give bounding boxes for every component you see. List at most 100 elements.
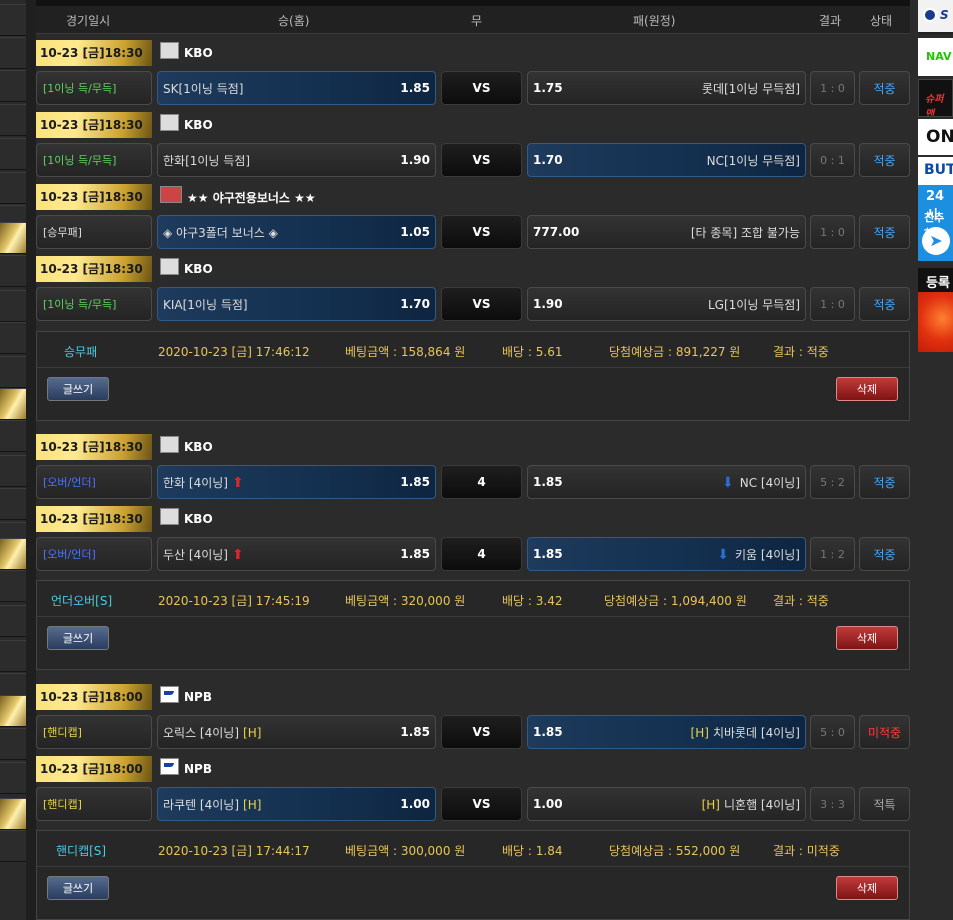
sidebar-row[interactable] (0, 356, 26, 388)
draw-pick-button[interactable]: VS (441, 71, 522, 105)
bet-type: [1이닝 득/무득] (36, 287, 152, 321)
home-odds: 1.85 (400, 475, 430, 489)
home-pick-button[interactable]: 오릭스 [4이닝] [H] 1.85 (157, 715, 436, 749)
game-status: 적중 (859, 537, 910, 571)
draw-pick-button[interactable]: 4 (441, 465, 522, 499)
sidebar-gold-tab[interactable] (0, 388, 26, 420)
summary-row: 언더오버[S] 2020-10-23 [금] 17:45:19 베팅금액 : 320… (37, 581, 909, 617)
home-team: 오릭스 [4이닝] [H] (163, 724, 261, 741)
home-pick-button[interactable]: 한화[1이닝 득점] 1.90 (157, 143, 436, 177)
draw-pick-button[interactable]: VS (441, 215, 522, 249)
league-name: KBO (184, 118, 213, 132)
header-result: 결과 (819, 14, 842, 28)
game-status: 미적중 (859, 715, 910, 749)
away-pick-button[interactable]: 1.85 [H] 치바롯데 [4이닝] (527, 715, 806, 749)
away-pick-button[interactable]: 1.75 롯데[1이닝 무득점] (527, 71, 806, 105)
away-pick-button[interactable]: 1.85 ⬇ 키움 [4이닝] (527, 537, 806, 571)
home-team: SK[1이닝 득점] (163, 80, 243, 97)
league-label: ★★ 야구전용보너스 ★★ (160, 184, 316, 210)
sidebar-row[interactable] (0, 420, 26, 452)
banner-naver[interactable]: NAV (918, 38, 953, 76)
away-pick-button[interactable]: 777.00 [타 종목] 조합 불가능 (527, 215, 806, 249)
league-label: NPB (160, 756, 212, 782)
arrow-up-icon: ⬆ (231, 474, 244, 491)
game-date: 10-23 [금]18:00 (36, 756, 152, 782)
draw-pick-button[interactable]: VS (441, 143, 522, 177)
summary-result: 결과 : 적중 (773, 594, 829, 608)
banner-on[interactable]: ON (918, 119, 953, 155)
banner-superman[interactable]: 슈퍼맨 (918, 79, 953, 117)
game-row: [승무패] ◈ 야구3폴더 보너스 ◈ 1.05 VS 777.00 [타 종목] 조합 … (36, 215, 910, 249)
write-button[interactable]: 글쓰기 (47, 377, 109, 401)
league-label: KBO (160, 112, 213, 138)
write-button[interactable]: 글쓰기 (47, 876, 109, 900)
home-team-name: 라쿠텐 [4이닝] (163, 797, 240, 812)
sidebar-row[interactable] (0, 728, 26, 760)
home-pick-button[interactable]: ◈ 야구3폴더 보너스 ◈ 1.05 (157, 215, 436, 249)
away-team: [타 종목] 조합 불가능 (691, 224, 800, 241)
home-pick-button[interactable]: KIA[1이닝 득점] 1.70 (157, 287, 436, 321)
banner-but[interactable]: BUT (918, 157, 953, 185)
game-row: [오버/언더] 두산 [4이닝] ⬆ 1.85 4 1.85 ⬇ 키움 [4이닝] 1 : 2적… (36, 537, 910, 571)
summary-result: 결과 : 미적중 (773, 844, 840, 858)
sidebar-row[interactable] (0, 570, 26, 602)
home-odds: 1.70 (400, 297, 430, 311)
bet-type: [핸디캡] (36, 787, 152, 821)
sidebar-row[interactable] (0, 762, 26, 794)
away-team: ⬇ NC [4이닝] (722, 474, 800, 491)
away-pick-button[interactable]: 1.90 LG[1이닝 무득점] (527, 287, 806, 321)
right-banner-column: S NAV 슈퍼맨 ON BUT 24시 친추하 ➤ 등록 (918, 0, 953, 920)
draw-pick-button[interactable]: VS (441, 787, 522, 821)
sidebar-row[interactable] (0, 104, 26, 136)
write-button[interactable]: 글쓰기 (47, 626, 109, 650)
sidebar-row[interactable] (0, 830, 26, 862)
delete-button[interactable]: 삭제 (836, 377, 898, 401)
game-score: 3 : 3 (810, 787, 855, 821)
banner-1[interactable]: S (918, 0, 953, 34)
banner-register[interactable]: 등록 (918, 268, 953, 352)
home-pick-button[interactable]: 한화 [4이닝] ⬆ 1.85 (157, 465, 436, 499)
sidebar-gold-tab[interactable] (0, 538, 26, 570)
sidebar-gold-tab[interactable] (0, 695, 26, 727)
away-pick-button[interactable]: 1.00 [H] 니혼햄 [4이닝] (527, 787, 806, 821)
delete-button[interactable]: 삭제 (836, 626, 898, 650)
sidebar-row[interactable] (0, 488, 26, 520)
home-pick-button[interactable]: SK[1이닝 득점] 1.85 (157, 71, 436, 105)
sidebar-row[interactable] (0, 290, 26, 322)
sidebar-row[interactable] (0, 37, 26, 69)
sidebar-row[interactable] (0, 605, 26, 637)
game-score: 5 : 0 (810, 715, 855, 749)
home-team: 한화 [4이닝] ⬆ (163, 474, 244, 491)
sidebar-row[interactable] (0, 70, 26, 102)
draw-pick-button[interactable]: 4 (441, 537, 522, 571)
sidebar-gold-tab[interactable] (0, 222, 26, 254)
league-name: NPB (184, 690, 212, 704)
sidebar-row[interactable] (0, 172, 26, 204)
sidebar-row[interactable] (0, 4, 26, 36)
right-gap (910, 0, 918, 920)
sidebar-row[interactable] (0, 138, 26, 170)
away-pick-button[interactable]: 1.70 NC[1이닝 무득점] (527, 143, 806, 177)
banner-but-label: BUT (924, 162, 953, 178)
header-away: 패(원정) (633, 14, 676, 28)
header-status: 상태 (870, 14, 893, 28)
home-pick-button[interactable]: 라쿠텐 [4이닝] [H] 1.00 (157, 787, 436, 821)
away-odds: 1.90 (533, 297, 563, 311)
banner-telegram[interactable]: 24시 친추하 ➤ (918, 185, 953, 261)
game-row: [핸디캡] 오릭스 [4이닝] [H] 1.85 VS 1.85 [H] 치바롯데 [4이닝]… (36, 715, 910, 749)
draw-pick-button[interactable]: VS (441, 715, 522, 749)
sidebar-row[interactable] (0, 455, 26, 487)
draw-pick-button[interactable]: VS (441, 287, 522, 321)
away-pick-button[interactable]: 1.85 ⬇ NC [4이닝] (527, 465, 806, 499)
game-score: 1 : 0 (810, 287, 855, 321)
game-score: 1 : 0 (810, 71, 855, 105)
delete-button[interactable]: 삭제 (836, 876, 898, 900)
table-header: 경기일시 승(홈) 무 패(원정) 결과 상태 (36, 0, 910, 34)
sidebar-row[interactable] (0, 322, 26, 354)
sidebar-row[interactable] (0, 640, 26, 672)
sidebar-row[interactable] (0, 255, 26, 287)
bet-type: [오버/언더] (36, 537, 152, 571)
sidebar-gold-tab[interactable] (0, 798, 26, 830)
away-team: 롯데[1이닝 무득점] (702, 80, 800, 97)
home-pick-button[interactable]: 두산 [4이닝] ⬆ 1.85 (157, 537, 436, 571)
